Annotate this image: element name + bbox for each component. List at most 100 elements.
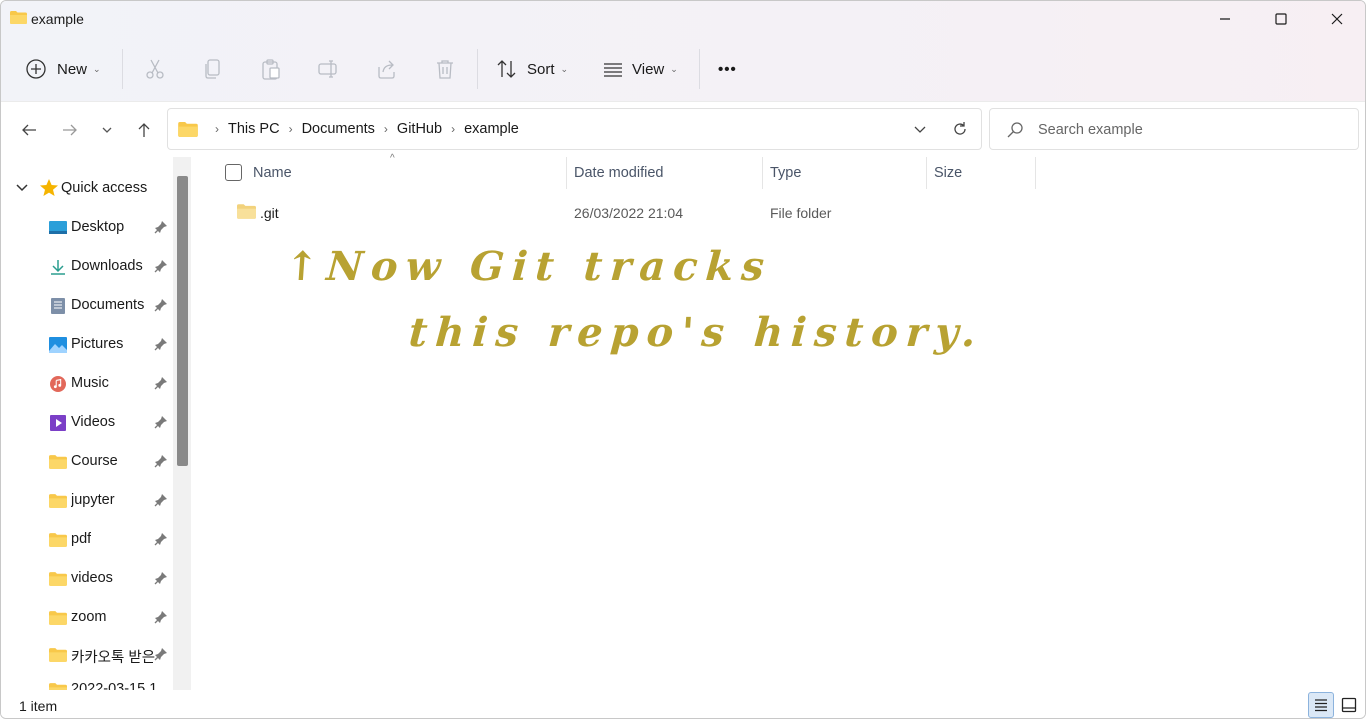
sidebar-item-videos[interactable]: Videos bbox=[1, 406, 173, 440]
pin-icon bbox=[154, 494, 167, 507]
copy-icon bbox=[205, 59, 220, 79]
paste-button[interactable] bbox=[260, 51, 282, 87]
sidebar-scrollbar-thumb[interactable] bbox=[177, 176, 188, 466]
sidebar-item-desktop[interactable]: Desktop bbox=[1, 211, 173, 245]
videos-icon bbox=[50, 415, 66, 431]
view-label: View bbox=[632, 60, 665, 78]
view-button[interactable]: View ⌄ bbox=[602, 51, 678, 87]
download-icon bbox=[51, 260, 65, 275]
file-type: File folder bbox=[770, 205, 832, 221]
column-divider[interactable] bbox=[762, 157, 763, 189]
refresh-button[interactable] bbox=[948, 117, 972, 141]
breadcrumb-documents[interactable]: Documents bbox=[302, 121, 375, 137]
column-divider[interactable] bbox=[566, 157, 567, 189]
search-icon bbox=[1007, 122, 1023, 138]
up-button[interactable] bbox=[130, 116, 158, 144]
chevron-right-icon: › bbox=[215, 122, 219, 136]
sidebar-item-kakaotalk[interactable]: 카카오톡 받은 bbox=[1, 638, 173, 672]
rename-button[interactable] bbox=[318, 51, 340, 87]
chevron-right-icon: › bbox=[288, 122, 293, 136]
sort-button[interactable]: Sort ⌄ bbox=[496, 51, 568, 87]
handwritten-annotation: ↑Now Git tracks this repo's history. bbox=[283, 221, 985, 381]
column-type-label: Type bbox=[770, 165, 802, 181]
sidebar-item-label: 2022-03-15 16 bbox=[71, 681, 155, 690]
star-icon bbox=[40, 179, 58, 196]
folder-icon bbox=[49, 572, 67, 586]
arrow-left-icon bbox=[22, 124, 36, 136]
maximize-button[interactable] bbox=[1253, 1, 1309, 37]
sidebar-item-videos-folder[interactable]: videos bbox=[1, 562, 173, 596]
sidebar-item-course[interactable]: Course bbox=[1, 445, 173, 479]
sidebar-item-label: zoom bbox=[71, 609, 107, 625]
share-button[interactable] bbox=[376, 51, 398, 87]
sidebar-item-jupyter[interactable]: jupyter bbox=[1, 484, 173, 518]
search-box[interactable] bbox=[989, 108, 1359, 150]
cut-button[interactable] bbox=[144, 51, 166, 87]
folder-icon bbox=[237, 204, 256, 219]
breadcrumb-example[interactable]: example bbox=[464, 121, 519, 137]
refresh-icon bbox=[954, 122, 966, 135]
more-icon: ••• bbox=[718, 60, 737, 78]
sidebar-item-label: videos bbox=[71, 570, 113, 586]
column-header-date[interactable]: Date modified bbox=[574, 157, 663, 189]
close-button[interactable] bbox=[1309, 1, 1365, 37]
delete-button[interactable] bbox=[434, 51, 456, 87]
pin-icon bbox=[154, 572, 167, 585]
arrow-up-icon bbox=[138, 123, 150, 137]
minimize-button[interactable] bbox=[1197, 1, 1253, 37]
details-view-icon bbox=[1315, 699, 1327, 712]
pin-icon bbox=[154, 455, 167, 468]
address-history-button[interactable] bbox=[908, 117, 932, 141]
arrow-right-icon bbox=[63, 124, 77, 136]
address-bar[interactable]: › This PC › Documents › GitHub › example bbox=[167, 108, 982, 150]
folder-icon bbox=[49, 494, 67, 508]
window-title: example bbox=[31, 11, 84, 27]
column-date-label: Date modified bbox=[574, 165, 664, 181]
pin-icon bbox=[154, 611, 167, 624]
breadcrumb-this-pc[interactable]: This PC bbox=[228, 121, 280, 137]
sidebar-item-dated-folder[interactable]: 2022-03-15 16 bbox=[1, 673, 173, 690]
pin-icon bbox=[154, 260, 167, 273]
sidebar-item-label: Music bbox=[71, 375, 109, 391]
new-button[interactable]: New ⌄ bbox=[25, 51, 101, 87]
command-bar: New ⌄ Sort ⌄ View ⌄ ••• bbox=[1, 37, 1365, 101]
sidebar-item-music[interactable]: Music bbox=[1, 367, 173, 401]
sidebar-item-downloads[interactable]: Downloads bbox=[1, 250, 173, 284]
sidebar-item-documents[interactable]: Documents bbox=[1, 289, 173, 323]
back-button[interactable] bbox=[15, 116, 43, 144]
recent-locations-button[interactable] bbox=[93, 116, 121, 144]
column-divider[interactable] bbox=[926, 157, 927, 189]
select-all-checkbox[interactable] bbox=[225, 164, 242, 181]
search-input[interactable] bbox=[1038, 119, 1338, 141]
column-name-label: Name bbox=[253, 165, 292, 181]
sidebar-item-pictures[interactable]: Pictures bbox=[1, 328, 173, 362]
item-count: 1 item bbox=[19, 698, 58, 714]
pin-icon bbox=[154, 338, 167, 351]
sidebar-item-label: jupyter bbox=[71, 492, 115, 508]
folder-icon bbox=[49, 533, 67, 547]
sidebar-item-quick-access[interactable]: Quick access bbox=[1, 175, 171, 201]
sidebar-item-zoom[interactable]: zoom bbox=[1, 601, 173, 635]
copy-button[interactable] bbox=[202, 51, 224, 87]
sidebar-item-pdf[interactable]: pdf bbox=[1, 523, 173, 557]
toolbar-divider bbox=[477, 49, 478, 89]
window-chrome: example New ⌄ Sort ⌄ View ⌄ ••• bbox=[1, 1, 1365, 101]
details-view-button[interactable] bbox=[1308, 692, 1334, 718]
breadcrumb-github[interactable]: GitHub bbox=[397, 121, 442, 137]
more-options-button[interactable]: ••• bbox=[718, 51, 737, 87]
column-header-size[interactable]: Size bbox=[934, 157, 962, 189]
file-explorer-window: example New ⌄ Sort ⌄ View ⌄ ••• › This P… bbox=[0, 0, 1366, 719]
pin-icon bbox=[154, 299, 167, 312]
cut-icon bbox=[146, 59, 164, 79]
column-header-type[interactable]: Type bbox=[770, 157, 801, 189]
column-divider[interactable] bbox=[1035, 157, 1036, 189]
column-header-name[interactable]: Name bbox=[253, 157, 292, 189]
paste-icon bbox=[262, 59, 280, 80]
chevron-down-icon[interactable] bbox=[15, 181, 29, 195]
navigation-pane: Quick access Desktop Downloads Documents… bbox=[1, 157, 191, 690]
delete-icon bbox=[437, 60, 453, 79]
forward-button[interactable] bbox=[56, 116, 84, 144]
title-bar[interactable]: example bbox=[1, 1, 1365, 37]
preview-view-button[interactable] bbox=[1336, 692, 1362, 718]
file-name: .git bbox=[260, 205, 279, 221]
